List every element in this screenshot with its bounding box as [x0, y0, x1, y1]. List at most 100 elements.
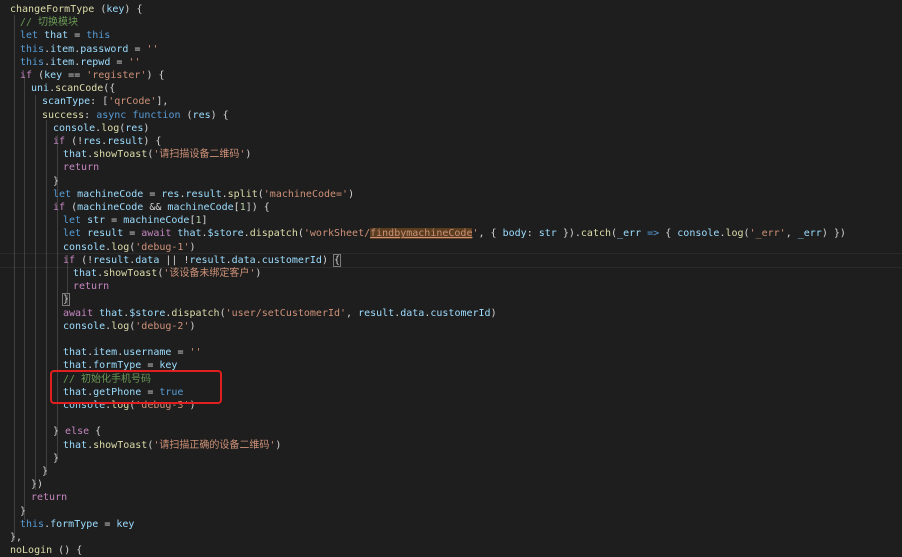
code-line[interactable]: scanType: ['qrCode'],	[42, 95, 168, 108]
code-token: 'debug-2'	[135, 320, 190, 332]
code-editor[interactable]: changeFormType (key) {// 切换模块 let that = …	[0, 0, 902, 556]
code-token: await	[141, 228, 178, 240]
code-line[interactable]: if (machineCode && machineCode[1]) {	[53, 201, 270, 214]
code-token: {	[665, 228, 678, 240]
code-line[interactable]: }	[53, 175, 59, 188]
code-line[interactable]: that.showToast('请扫描正确的设备二维码')	[63, 439, 281, 452]
code-line[interactable]: uni.scanCode({	[31, 82, 115, 95]
indent-guide	[46, 120, 47, 475]
code-token: )	[275, 439, 282, 451]
code-line[interactable]: that.showToast('请扫描设备二维码')	[63, 148, 251, 161]
code-line[interactable]: },	[10, 531, 22, 544]
code-token: result	[93, 254, 130, 266]
code-token: =>	[641, 228, 666, 240]
code-line[interactable]: return	[63, 161, 99, 174]
code-token: =	[105, 215, 124, 227]
code-line[interactable]: if (!res.result) {	[53, 135, 161, 148]
code-token: res	[161, 188, 180, 200]
code-token: )	[189, 241, 196, 253]
code-token: result	[87, 228, 124, 240]
code-token: 'debug-1'	[135, 241, 190, 253]
code-token: ,	[785, 228, 798, 240]
code-token: 'qrCode'	[108, 96, 157, 108]
code-token: result	[358, 307, 395, 319]
code-line[interactable]: let that = this	[20, 29, 110, 42]
code-token: '请扫描正确的设备二维码'	[153, 439, 276, 451]
code-token: machineCode	[123, 215, 190, 227]
code-token: dispatch	[249, 228, 298, 240]
code-token: else	[65, 426, 90, 438]
code-line[interactable]: }	[61, 293, 71, 307]
code-token: this	[20, 518, 45, 530]
code-line[interactable]: return	[31, 491, 67, 504]
code-token: if	[20, 70, 33, 81]
code-line[interactable]: this.item.password = ''	[20, 43, 159, 56]
code-token: this	[20, 56, 45, 68]
code-token: item	[93, 347, 118, 359]
code-line[interactable]: // 切换模块	[20, 16, 78, 29]
code-token: )	[189, 320, 196, 332]
code-line[interactable]: changeFormType (key) {	[10, 3, 142, 16]
code-token: ''	[146, 43, 159, 55]
code-token: machineCode	[77, 202, 144, 213]
code-token: str	[87, 215, 106, 227]
code-line[interactable]: that.showToast('该设备未绑定客户')	[73, 267, 261, 280]
code-token: body	[502, 228, 527, 240]
code-token: that	[63, 347, 88, 359]
code-token: (!	[75, 254, 94, 266]
code-token: machineCode	[77, 188, 144, 200]
code-token: )	[490, 307, 497, 319]
code-line[interactable]: } else {	[53, 425, 101, 438]
code-token: repwd	[80, 56, 111, 68]
code-line[interactable]: }	[53, 452, 59, 465]
code-token: data	[135, 254, 160, 266]
code-line[interactable]: noLogin () {	[10, 544, 82, 557]
code-token: that	[177, 228, 202, 240]
code-token: ''	[128, 56, 141, 68]
code-token: || !	[159, 254, 190, 266]
code-token: res	[83, 136, 102, 147]
code-line[interactable]: this.formType = key	[20, 518, 134, 531]
code-token: let	[63, 215, 88, 227]
code-token: :	[84, 109, 97, 121]
code-line[interactable]: console.log('debug-2')	[63, 320, 196, 333]
code-token: split	[227, 188, 258, 200]
code-token: key	[116, 518, 135, 530]
code-line[interactable]: })	[31, 478, 43, 491]
code-line[interactable]: }	[42, 465, 48, 478]
code-token: (	[65, 202, 78, 213]
code-token: ({	[103, 83, 116, 95]
code-token: machineCode	[167, 202, 234, 213]
code-token: }).	[556, 228, 581, 240]
code-line[interactable]: console.log(res)	[53, 122, 149, 135]
code-token: }	[42, 466, 49, 477]
code-token: noLogin	[10, 545, 53, 557]
code-token: return	[63, 162, 100, 174]
code-token: changeFormType	[10, 4, 95, 15]
code-token: :	[526, 228, 539, 240]
code-line[interactable]: }	[20, 505, 26, 518]
code-line[interactable]: if (key == 'register') {	[20, 69, 165, 82]
code-token: )	[143, 122, 150, 134]
indent-guide	[24, 75, 25, 520]
code-line[interactable]: let str = machineCode[1]	[63, 214, 208, 227]
code-token: 'user/setCustomerId'	[225, 307, 347, 319]
code-token: uni	[31, 83, 50, 95]
code-token: )	[255, 268, 262, 279]
indent-guide	[57, 215, 58, 460]
code-line[interactable]: let result = await that.$store.dispatch(…	[63, 227, 846, 240]
code-line[interactable]: console.log('debug-1')	[63, 241, 196, 254]
code-line[interactable]: let machineCode = res.result.split('mach…	[53, 188, 354, 201]
code-token: showToast	[103, 268, 158, 279]
code-token: findbymachineCode	[370, 228, 473, 240]
code-line[interactable]: success: async function (res) {	[42, 109, 229, 122]
code-line[interactable]: return	[73, 280, 109, 293]
code-token: await	[63, 307, 100, 319]
code-token: &&	[143, 202, 168, 213]
code-line[interactable]: that.item.username = ''	[63, 346, 202, 359]
code-token: =	[171, 347, 190, 359]
code-line[interactable]: if (!result.data || !result.data.custome…	[63, 253, 342, 267]
code-line[interactable]: await that.$store.dispatch('user/setCust…	[63, 307, 497, 320]
code-token: 'workSheet/	[303, 228, 371, 240]
code-line[interactable]: this.item.repwd = ''	[20, 56, 140, 69]
